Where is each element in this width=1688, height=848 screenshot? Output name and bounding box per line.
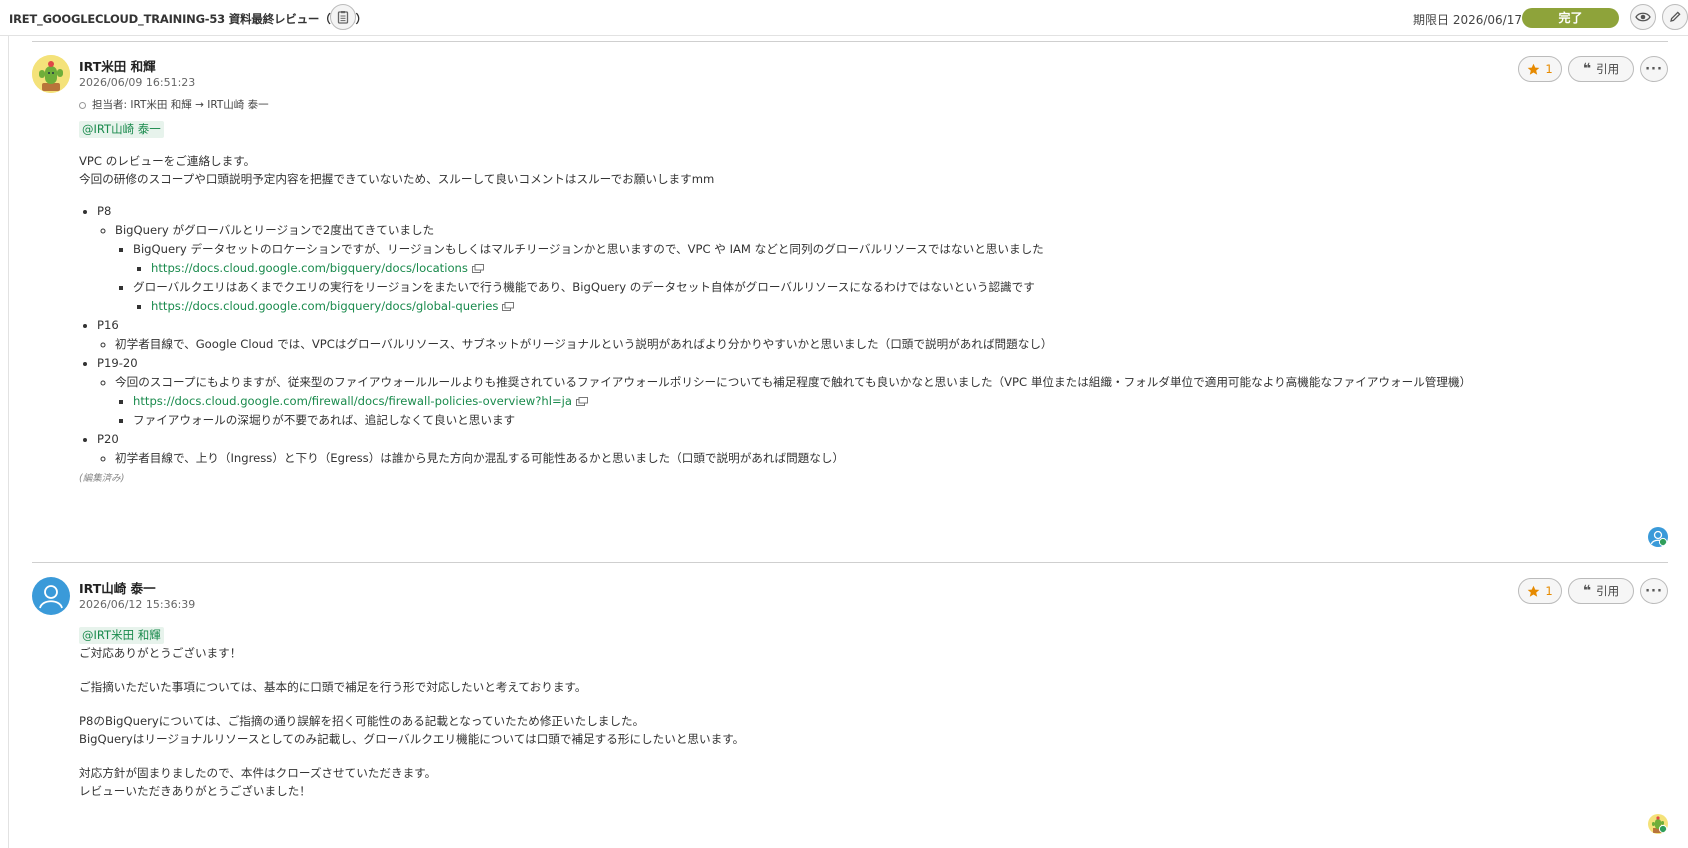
body-line: P8のBigQueryについては、ご指摘の通り誤解を招く可能性のある記載となって… bbox=[79, 714, 645, 728]
list-item-label: P20 bbox=[97, 432, 119, 446]
list-item-text: BigQuery データセットのロケーションですが、リージョンもしくはマルチリー… bbox=[133, 242, 1044, 256]
list-item-text: BigQuery がグローバルとリージョンで2度出てきていました bbox=[115, 223, 435, 237]
list-item: ファイアウォールの深堀りが不要であれば、追記しなくて良いと思います bbox=[133, 411, 1471, 430]
comment-body: @IRT米田 和輝 ご対応ありがとうございます！ ご指摘いただいた事項については… bbox=[79, 626, 744, 800]
list-item: P16 初学者目線で、Google Cloud では、VPCはグローバルリソース… bbox=[97, 316, 1471, 354]
top-bar: IRET_GOOGLECLOUD_TRAINING-53 資料最終レビュー（VP… bbox=[0, 0, 1688, 36]
list-item: P19-20 今回のスコープにもよりますが、従来型のファイアウォールルールよりも… bbox=[97, 354, 1471, 430]
user-icon bbox=[1650, 530, 1668, 547]
body-line: 今回の研修のスコープや口頭説明予定内容を把握できていないため、スルーして良いコメ… bbox=[79, 172, 715, 186]
list-item-text: グローバルクエリはあくまでクエリの実行をリージョンをまたいで行う機能であり、Bi… bbox=[133, 280, 1035, 294]
star-count: 1 bbox=[1545, 584, 1553, 598]
list-item: https://docs.cloud.google.com/firewall/d… bbox=[133, 392, 1471, 411]
list-item-label: P16 bbox=[97, 318, 119, 332]
star-count: 1 bbox=[1545, 62, 1553, 76]
list-item: グローバルクエリはあくまでクエリの実行をリージョンをまたいで行う機能であり、Bi… bbox=[133, 278, 1471, 316]
mention-tag[interactable]: @IRT米田 和輝 bbox=[79, 627, 164, 644]
clipboard-icon bbox=[337, 11, 349, 24]
external-link-icon bbox=[471, 264, 484, 273]
avatar[interactable] bbox=[32, 55, 70, 93]
more-icon: ··· bbox=[1645, 61, 1663, 77]
list-item-text: 今回のスコープにもよりますが、従来型のファイアウォールルールよりも推奨されている… bbox=[115, 375, 1472, 389]
external-link-icon bbox=[576, 397, 588, 406]
comment-actions: 1 ❝ 引用 ··· bbox=[1518, 56, 1668, 82]
quote-icon: ❝ bbox=[1582, 61, 1592, 77]
more-icon: ··· bbox=[1645, 583, 1663, 599]
quote-button[interactable]: ❝ 引用 bbox=[1568, 56, 1634, 82]
star-icon bbox=[1527, 585, 1540, 597]
pencil-icon bbox=[1670, 11, 1681, 22]
comment-divider bbox=[32, 41, 1668, 42]
due-date: 期限日 2026/06/17 bbox=[1413, 13, 1522, 27]
quote-label: 引用 bbox=[1596, 62, 1620, 76]
comment-actions: 1 ❝ 引用 ··· bbox=[1518, 578, 1668, 604]
star-button[interactable]: 1 bbox=[1518, 578, 1562, 604]
edit-button[interactable] bbox=[1662, 4, 1688, 30]
body-line: 対応方針が固まりましたので、本件はクローズさせていただきます。 bbox=[79, 766, 437, 780]
list-item-text: 初学者目線で、Google Cloud では、VPCはグローバルリソース、サブネ… bbox=[115, 337, 1053, 351]
comment-1: IRT米田 和輝 2026/06/09 16:51:23 1 ❝ 引用 ··· … bbox=[32, 48, 1668, 548]
list-item-text: ファイアウォールの深堀りが不要であれば、追記しなくて良いと思います bbox=[133, 413, 516, 427]
star-icon bbox=[1527, 63, 1540, 75]
list-item-label: P19-20 bbox=[97, 356, 138, 370]
body-line: レビューいただきありがとうございました！ bbox=[79, 784, 311, 798]
docs-link[interactable]: https://docs.cloud.google.com/bigquery/d… bbox=[151, 299, 498, 313]
quote-icon: ❝ bbox=[1582, 583, 1592, 599]
assignment-text: 担当者: IRT米田 和輝 → IRT山崎 泰一 bbox=[92, 99, 269, 111]
list-item: P20 初学者目線で、上り（Ingress）と下り（Egress）は誰から見た方… bbox=[97, 430, 1471, 468]
list-item: P8 BigQuery がグローバルとリージョンで2度出てきていました BigQ… bbox=[97, 202, 1471, 316]
page-title: IRET_GOOGLECLOUD_TRAINING-53 資料最終レビュー（VP… bbox=[9, 12, 367, 26]
read-receipt-avatar[interactable] bbox=[1648, 527, 1668, 547]
more-button[interactable]: ··· bbox=[1640, 578, 1668, 604]
external-link-icon bbox=[502, 302, 515, 311]
list-item: BigQuery データセットのロケーションですが、リージョンもしくはマルチリー… bbox=[133, 240, 1471, 278]
review-list: P8 BigQuery がグローバルとリージョンで2度出てきていました BigQ… bbox=[79, 202, 1471, 468]
edited-label: (編集済み) bbox=[79, 473, 125, 484]
body-line: VPC のレビューをご連絡します。 bbox=[79, 154, 256, 168]
list-item: 初学者目線で、上り（Ingress）と下り（Egress）は誰から見た方向か混乱… bbox=[115, 449, 1471, 468]
read-receipt-avatar[interactable] bbox=[1648, 814, 1668, 834]
comment-date: 2026/06/09 16:51:23 bbox=[79, 76, 196, 89]
avatar[interactable] bbox=[32, 577, 70, 615]
comment-body: 担当者: IRT米田 和輝 → IRT山崎 泰一 @IRT山崎 泰一 VPC の… bbox=[79, 96, 1471, 488]
list-item: https://docs.cloud.google.com/bigquery/d… bbox=[151, 259, 1471, 278]
cactus-avatar-icon bbox=[1652, 816, 1668, 834]
content-left-border bbox=[8, 36, 9, 848]
list-item: 今回のスコープにもよりますが、従来型のファイアウォールルールよりも推奨されている… bbox=[115, 373, 1471, 430]
comment-author[interactable]: IRT米田 和輝 bbox=[79, 56, 156, 75]
assignment-dot-icon bbox=[79, 101, 86, 109]
list-item: BigQuery がグローバルとリージョンで2度出てきていました BigQuer… bbox=[115, 221, 1471, 316]
quote-button[interactable]: ❝ 引用 bbox=[1568, 578, 1634, 604]
body-line: ご指摘いただいた事項については、基本的に口頭で補足を行う形で対応したいと考えてお… bbox=[79, 680, 587, 694]
user-avatar-icon bbox=[39, 585, 63, 609]
list-item: 初学者目線で、Google Cloud では、VPCはグローバルリソース、サブネ… bbox=[115, 335, 1471, 354]
body-line: ご対応ありがとうございます！ bbox=[79, 646, 242, 660]
comment-author[interactable]: IRT山崎 泰一 bbox=[79, 578, 156, 597]
mention-tag[interactable]: @IRT山崎 泰一 bbox=[79, 121, 164, 138]
cactus-avatar-icon bbox=[32, 55, 70, 93]
comment-divider bbox=[32, 562, 1668, 563]
comment-2: IRT山崎 泰一 2026/06/12 15:36:39 1 ❝ 引用 ··· … bbox=[32, 570, 1668, 848]
clipboard-button[interactable] bbox=[330, 4, 356, 30]
docs-link[interactable]: https://docs.cloud.google.com/bigquery/d… bbox=[151, 261, 468, 275]
body-line: BigQueryはリージョナルリソースとしてのみ記載し、グローバルクエリ機能につ… bbox=[79, 732, 745, 746]
more-button[interactable]: ··· bbox=[1640, 56, 1668, 82]
watch-button[interactable] bbox=[1630, 4, 1656, 30]
list-item-label: P8 bbox=[97, 204, 112, 218]
docs-link[interactable]: https://docs.cloud.google.com/firewall/d… bbox=[133, 394, 572, 408]
quote-label: 引用 bbox=[1596, 584, 1620, 598]
eye-icon bbox=[1635, 12, 1651, 22]
complete-button[interactable]: 完了 bbox=[1522, 8, 1619, 28]
star-button[interactable]: 1 bbox=[1518, 56, 1562, 82]
comment-date: 2026/06/12 15:36:39 bbox=[79, 598, 196, 611]
list-item: https://docs.cloud.google.com/bigquery/d… bbox=[151, 297, 1471, 316]
list-item-text: 初学者目線で、上り（Ingress）と下り（Egress）は誰から見た方向か混乱… bbox=[115, 451, 845, 465]
assignment-change: 担当者: IRT米田 和輝 → IRT山崎 泰一 bbox=[79, 96, 1471, 114]
